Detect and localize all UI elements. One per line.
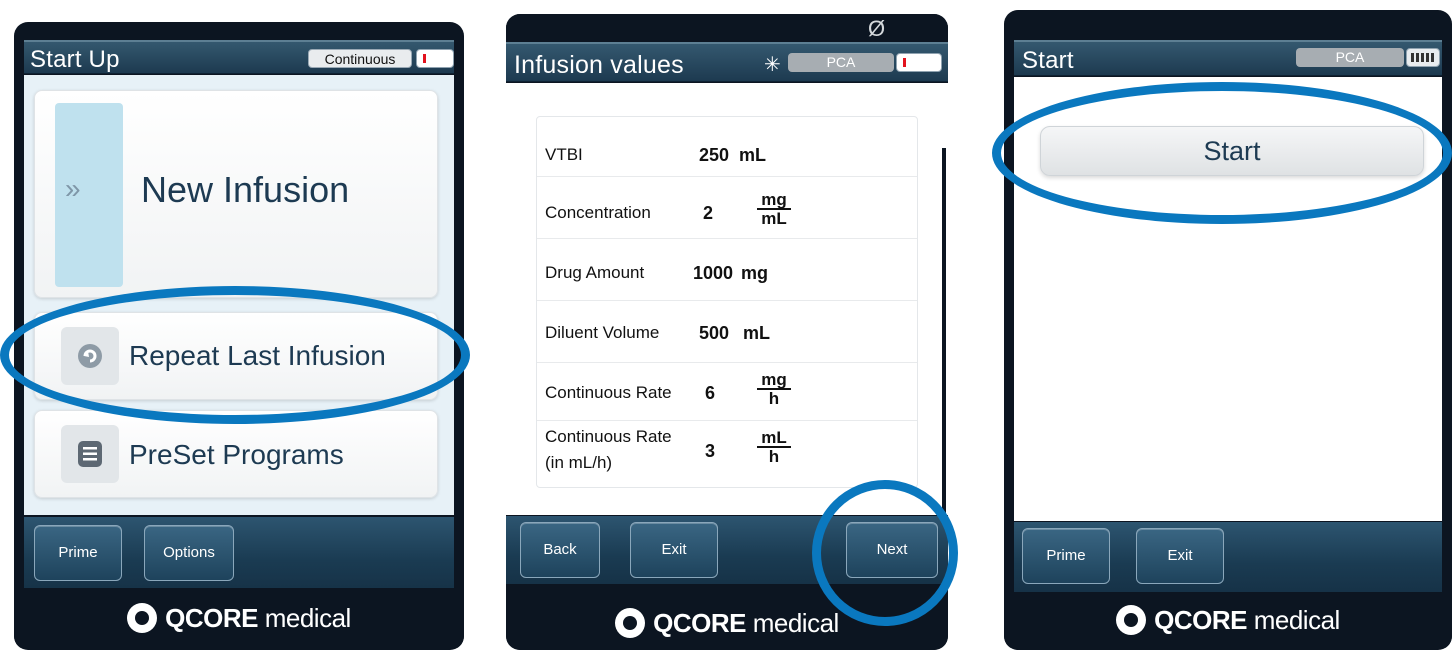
table-row: Concentration 2 mg mL xyxy=(537,179,917,239)
scroll-indicator[interactable] xyxy=(942,148,946,514)
unit-numerator: mg xyxy=(761,370,787,389)
device-start: Start PCA Prime Exit QCORE medical xyxy=(1004,10,1452,650)
battery-full-icon xyxy=(1406,48,1440,67)
softkey-bar: Prime Options xyxy=(24,517,454,590)
unit-denominator: h xyxy=(757,446,791,465)
mode-indicator: PCA xyxy=(788,53,894,72)
repeat-last-infusion-label: Repeat Last Infusion xyxy=(129,340,386,371)
unit-numerator: mg xyxy=(761,190,787,209)
row-unit: mL xyxy=(739,145,766,165)
screen-title: Start xyxy=(1022,47,1074,74)
loading-spinner-icon: ✳ xyxy=(764,54,781,76)
row-unit: mL xyxy=(743,323,770,343)
list-icon xyxy=(61,425,119,483)
screen-title: Infusion values xyxy=(514,51,684,79)
table-row: Drug Amount 1000 mg xyxy=(537,241,917,301)
table-row: VTBI 250 mL xyxy=(537,117,917,177)
unit-numerator: mL xyxy=(761,428,787,447)
row-label: VTBI xyxy=(545,145,583,164)
unit-denominator: h xyxy=(757,388,791,407)
options-button[interactable]: Options xyxy=(144,525,234,581)
row-unit-fraction: mL h xyxy=(757,429,791,465)
exit-button[interactable]: Exit xyxy=(630,522,718,578)
row-unit: mg xyxy=(741,263,768,283)
table-row: Continuous Rate (in mL/h) 3 mL h xyxy=(537,421,917,481)
title-bar: Start Up Continuous xyxy=(24,40,454,74)
new-infusion-label: New Infusion xyxy=(141,169,350,210)
battery-indicator xyxy=(896,53,942,72)
brand-footer: QCORE medical xyxy=(506,596,948,650)
battery-low-icon xyxy=(903,58,906,67)
double-chevron-icon: » xyxy=(65,173,81,204)
row-value: 1000 xyxy=(693,263,734,283)
row-label-secondary: (in mL/h) xyxy=(545,453,613,472)
brand-name: QCORE medical xyxy=(653,607,839,638)
table-row: Continuous Rate 6 mg h xyxy=(537,361,917,421)
brand-name: QCORE medical xyxy=(165,602,351,633)
title-bar: Start PCA xyxy=(1014,40,1442,76)
prime-button[interactable]: Prime xyxy=(1022,528,1110,584)
row-label: Continuous Rate xyxy=(545,383,672,402)
row-label: Continuous Rate xyxy=(545,427,672,446)
softkey-bar: Prime Exit xyxy=(1014,522,1442,592)
row-value: 500 xyxy=(699,323,730,343)
row-unit-fraction: mg h xyxy=(757,371,791,407)
table-row: Diluent Volume 500 mL xyxy=(537,303,917,363)
battery-low-icon xyxy=(423,54,426,63)
row-unit-fraction: mg mL xyxy=(757,191,791,227)
row-value: 250 xyxy=(699,145,730,165)
top-status-strip: Ø xyxy=(506,14,948,42)
preset-programs-button[interactable]: PreSet Programs xyxy=(34,410,438,498)
mode-indicator: PCA xyxy=(1296,48,1404,67)
new-infusion-button[interactable]: » New Infusion xyxy=(34,90,438,298)
qcore-logo-icon xyxy=(615,608,646,638)
brand-footer: QCORE medical xyxy=(1004,592,1452,648)
start-button[interactable]: Start xyxy=(1040,126,1424,176)
brand-footer: QCORE medical xyxy=(14,588,464,648)
repeat-icon xyxy=(61,327,119,385)
row-label: Drug Amount xyxy=(545,263,645,282)
row-value: 3 xyxy=(705,441,716,461)
title-bar: Infusion values ✳ PCA xyxy=(506,42,948,82)
screen-title: Start Up xyxy=(30,46,120,73)
screen-start: Start PCA Prime Exit xyxy=(1014,40,1442,592)
row-label: Concentration xyxy=(545,203,651,222)
prime-button[interactable]: Prime xyxy=(34,525,122,581)
no-connection-icon: Ø xyxy=(868,16,886,41)
softkey-bar: Back Exit Next xyxy=(506,516,948,584)
repeat-last-infusion-button[interactable]: Repeat Last Infusion xyxy=(34,312,438,400)
qcore-logo-icon xyxy=(127,603,158,633)
battery-indicator xyxy=(416,49,454,68)
qcore-logo-icon xyxy=(1116,605,1147,635)
preset-programs-label: PreSet Programs xyxy=(129,439,344,470)
row-label: Diluent Volume xyxy=(545,323,660,342)
next-button[interactable]: Next xyxy=(846,522,938,578)
row-value: 2 xyxy=(703,203,714,223)
brand-name: QCORE medical xyxy=(1154,604,1340,635)
infusion-values-table: VTBI 250 mL Concentration 2 mg mL Drug A… xyxy=(536,116,918,488)
unit-denominator: mL xyxy=(757,208,791,227)
exit-button[interactable]: Exit xyxy=(1136,528,1224,584)
row-value: 6 xyxy=(705,383,716,403)
back-button[interactable]: Back xyxy=(520,522,600,578)
mode-indicator: Continuous xyxy=(308,49,412,68)
